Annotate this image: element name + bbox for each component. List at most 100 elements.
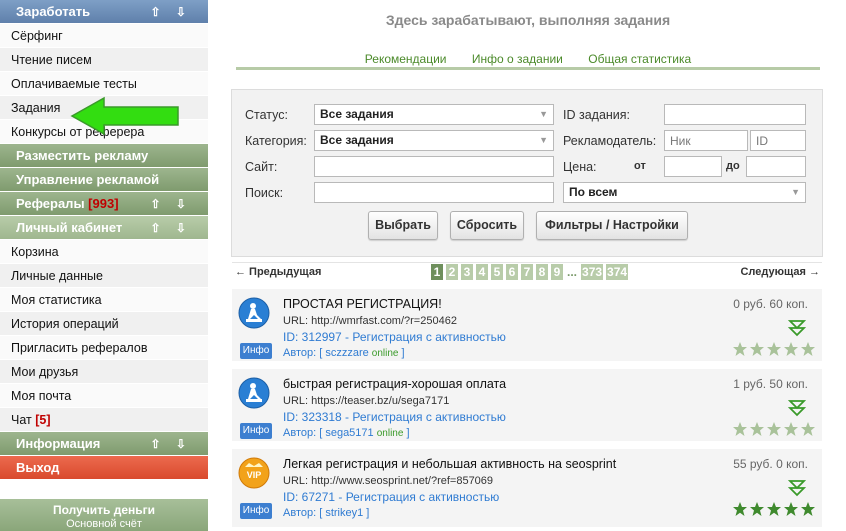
vote-arrows-icon[interactable] bbox=[788, 319, 806, 337]
sidebar-section-cabinet-title: Личный кабинет bbox=[16, 220, 123, 235]
sidebar-section-cabinet[interactable]: Личный кабинет ⇧ ⇩ bbox=[0, 216, 208, 240]
vote-arrows-icon[interactable] bbox=[788, 479, 806, 497]
task-row: Инфо быстрая регистрация-хорошая оплата … bbox=[232, 369, 822, 445]
prev-page-link[interactable]: ← Предыдущая bbox=[235, 266, 321, 278]
page-link-9[interactable]: 9 bbox=[551, 264, 563, 280]
worker-icon bbox=[238, 377, 270, 409]
sidebar-item-cart[interactable]: Корзина bbox=[0, 240, 208, 264]
star-icon bbox=[733, 502, 747, 516]
page-link-373[interactable]: 373 bbox=[581, 264, 604, 280]
author-nick[interactable]: sega5171 bbox=[325, 427, 373, 439]
search-input[interactable] bbox=[314, 182, 554, 203]
category-select[interactable]: Все задания ▼ bbox=[314, 130, 554, 151]
task-title[interactable]: быстрая регистрация-хорошая оплата bbox=[283, 377, 506, 391]
sidebar-section-manage-ad[interactable]: Управление рекламой bbox=[0, 168, 208, 192]
page-link-5[interactable]: 5 bbox=[491, 264, 503, 280]
task-title[interactable]: Легкая регистрация и небольшая активност… bbox=[283, 457, 616, 471]
task-id-input[interactable] bbox=[664, 104, 806, 125]
author-suffix: ] bbox=[403, 427, 410, 439]
sidebar-item-mail-reading[interactable]: Чтение писем bbox=[0, 48, 208, 72]
advertiser-nick-input[interactable] bbox=[664, 130, 748, 151]
info-button[interactable]: Инфо bbox=[240, 423, 272, 439]
collapse-arrows-icon[interactable]: ⇧ ⇩ bbox=[151, 0, 192, 24]
sidebar-item-my-mail[interactable]: Моя почта bbox=[0, 384, 208, 408]
tab-task-info[interactable]: Инфо о задании bbox=[472, 52, 563, 66]
star-icon bbox=[767, 422, 781, 436]
page-link-4[interactable]: 4 bbox=[476, 264, 488, 280]
get-money-subtitle: Основной счёт bbox=[66, 518, 142, 530]
task-title[interactable]: ПРОСТАЯ РЕГИСТРАЦИЯ! bbox=[283, 297, 442, 311]
task-id-link[interactable]: ID: 67271 - Регистрация с активностью bbox=[283, 490, 499, 504]
star-icon bbox=[750, 422, 764, 436]
sidebar-item-chat-label: Чат bbox=[11, 413, 32, 427]
page-ellipsis: ... bbox=[567, 265, 578, 279]
sidebar-item-chat[interactable]: Чат [5] bbox=[0, 408, 208, 432]
select-button[interactable]: Выбрать bbox=[368, 211, 438, 240]
collapse-arrows-icon[interactable]: ⇧ ⇩ bbox=[151, 192, 192, 216]
price-from-input[interactable] bbox=[664, 156, 722, 177]
star-icon bbox=[767, 502, 781, 516]
price-to-input[interactable] bbox=[746, 156, 806, 177]
task-price: 0 руб. 60 коп. bbox=[733, 297, 808, 311]
page-link-6[interactable]: 6 bbox=[506, 264, 518, 280]
task-price: 55 руб. 0 коп. bbox=[733, 457, 808, 471]
task-author: Автор: [ strikey1 ] bbox=[283, 507, 369, 519]
search-scope-select[interactable]: По всем ▼ bbox=[563, 182, 806, 203]
get-money-button[interactable]: Получить деньги Основной счёт bbox=[0, 499, 208, 531]
task-id-link[interactable]: ID: 323318 - Регистрация с активностью bbox=[283, 410, 506, 424]
sidebar-section-place-ad[interactable]: Разместить рекламу bbox=[0, 144, 208, 168]
author-nick[interactable]: strikey1 bbox=[325, 507, 363, 519]
task-row: Инфо ПРОСТАЯ РЕГИСТРАЦИЯ! URL: http://wm… bbox=[232, 289, 822, 365]
filters-settings-button[interactable]: Фильтры / Настройки bbox=[536, 211, 688, 240]
svg-text:VIP: VIP bbox=[247, 470, 262, 480]
sidebar-item-invite-referrals[interactable]: Пригласить рефералов bbox=[0, 336, 208, 360]
search-label: Поиск: bbox=[245, 186, 284, 200]
sidebar-section-earn-title: Заработать bbox=[16, 4, 91, 19]
collapse-arrows-icon[interactable]: ⇧ ⇩ bbox=[151, 216, 192, 240]
page-link-374[interactable]: 374 bbox=[606, 264, 629, 280]
sidebar-section-earn[interactable]: Заработать ⇧ ⇩ bbox=[0, 0, 208, 24]
page-link-7[interactable]: 7 bbox=[521, 264, 533, 280]
page-link-8[interactable]: 8 bbox=[536, 264, 548, 280]
author-nick[interactable]: sczzzare bbox=[325, 347, 368, 359]
task-url: URL: https://teaser.bz/u/sega7171 bbox=[283, 395, 450, 407]
tab-general-stats[interactable]: Общая статистика bbox=[588, 52, 691, 66]
page-link-3[interactable]: 3 bbox=[461, 264, 473, 280]
rating-stars bbox=[732, 341, 816, 357]
collapse-arrows-icon[interactable]: ⇧ ⇩ bbox=[151, 432, 192, 456]
star-icon bbox=[767, 342, 781, 356]
tab-recommendations[interactable]: Рекомендации bbox=[365, 52, 447, 66]
logout-button[interactable]: Выход bbox=[0, 456, 208, 480]
advertiser-id-input[interactable] bbox=[750, 130, 806, 151]
page-link-1[interactable]: 1 bbox=[431, 264, 443, 280]
page-numbers: 1 2 3 4 5 6 7 8 9... 373 374 bbox=[431, 264, 629, 282]
sidebar-section-referrals[interactable]: Рефералы [993] ⇧ ⇩ bbox=[0, 192, 208, 216]
sidebar-item-surfing[interactable]: Сёрфинг bbox=[0, 24, 208, 48]
sidebar-item-my-stats[interactable]: Моя статистика bbox=[0, 288, 208, 312]
advertiser-label: Рекламодатель: bbox=[563, 134, 657, 148]
site-input[interactable] bbox=[314, 156, 554, 177]
price-label: Цена: bbox=[563, 160, 597, 174]
task-author: Автор: [ sega5171 online ] bbox=[283, 427, 410, 439]
search-scope-value: По всем bbox=[569, 185, 618, 199]
sidebar-item-paid-tests[interactable]: Оплачиваемые тесты bbox=[0, 72, 208, 96]
status-select[interactable]: Все задания ▼ bbox=[314, 104, 554, 125]
author-prefix: Автор: [ bbox=[283, 347, 326, 359]
sidebar-item-history[interactable]: История операций bbox=[0, 312, 208, 336]
next-page-link[interactable]: Следующая → bbox=[740, 266, 820, 278]
chat-count-badge: [5] bbox=[35, 413, 51, 427]
task-id-link[interactable]: ID: 312997 - Регистрация с активностью bbox=[283, 330, 506, 344]
info-button[interactable]: Инфо bbox=[240, 503, 272, 519]
vote-arrows-icon[interactable] bbox=[788, 399, 806, 417]
sidebar-item-personal-data[interactable]: Личные данные bbox=[0, 264, 208, 288]
star-icon bbox=[784, 342, 798, 356]
task-author: Автор: [ sczzzare online ] bbox=[283, 347, 405, 359]
star-icon bbox=[784, 502, 798, 516]
tab-bar: Рекомендации Инфо о задании Общая статис… bbox=[236, 52, 820, 70]
worker-icon bbox=[238, 297, 270, 329]
sidebar-item-my-friends[interactable]: Мои друзья bbox=[0, 360, 208, 384]
reset-button[interactable]: Сбросить bbox=[450, 211, 524, 240]
page-link-2[interactable]: 2 bbox=[446, 264, 458, 280]
info-button[interactable]: Инфо bbox=[240, 343, 272, 359]
sidebar-section-information[interactable]: Информация ⇧ ⇩ bbox=[0, 432, 208, 456]
